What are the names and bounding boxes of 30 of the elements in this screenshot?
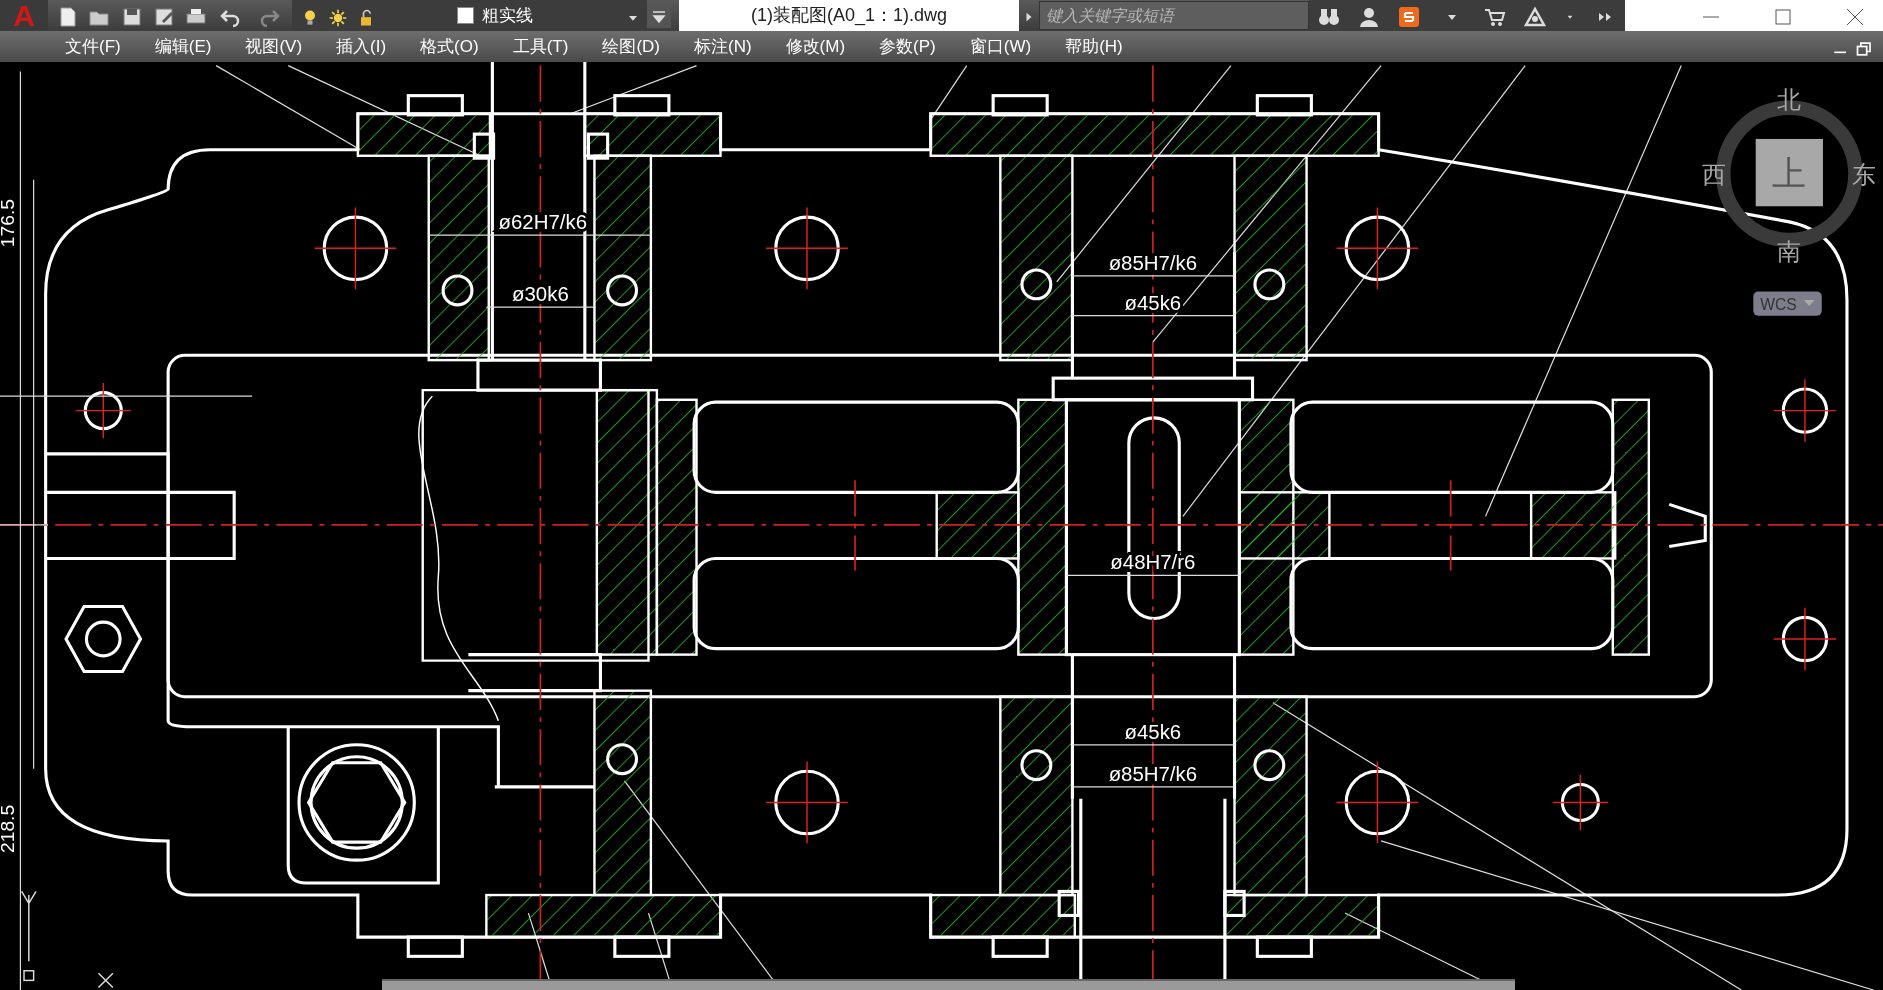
search-field[interactable]: 键入关键字或短语 [1039,1,1309,30]
menu-item[interactable]: 编辑(E) [137,31,229,62]
triangle-network-icon[interactable] [1523,4,1547,27]
menu-item[interactable]: 修改(M) [768,31,863,62]
menu-item[interactable]: 文件(F) [48,31,138,62]
menu-item[interactable]: 帮助(H) [1048,31,1140,62]
dimension-text: ø85H7/k6 [1108,762,1198,785]
menu-item[interactable]: 绘图(D) [585,31,677,62]
dimension-text: ø45k6 [1124,720,1182,743]
menu-item[interactable]: 窗口(W) [952,31,1049,62]
menu-item[interactable]: 格式(O) [403,31,496,62]
input-method-icon[interactable] [1397,4,1421,27]
compass-label[interactable]: 南 [1777,238,1802,267]
viewcube-face[interactable] [1755,138,1823,207]
layer-dropdown[interactable]: 粗实线 [457,0,647,31]
ucs-icon [20,890,37,982]
menu-item[interactable]: 工具(T) [495,31,586,62]
document-title: (1)装配图(A0_1：1).dwg [679,0,1019,31]
menu-item[interactable]: 视图(V) [228,31,320,62]
compass-label[interactable]: 西 [1701,161,1726,190]
dimension-text: 218.5 [0,804,19,853]
layer-color-swatch [457,7,474,24]
compass-label[interactable]: 东 [1851,161,1876,190]
menu-item[interactable]: 标注(N) [677,31,769,62]
compass-label[interactable]: 北 [1777,85,1802,114]
cursor-cross-icon [97,972,114,989]
menu-item[interactable]: 插入(I) [319,31,404,62]
dimension-text: 176.5 [0,199,19,248]
dimension-text: ø85H7/k6 [1108,251,1198,274]
menu-item[interactable]: 参数(P) [862,31,953,62]
